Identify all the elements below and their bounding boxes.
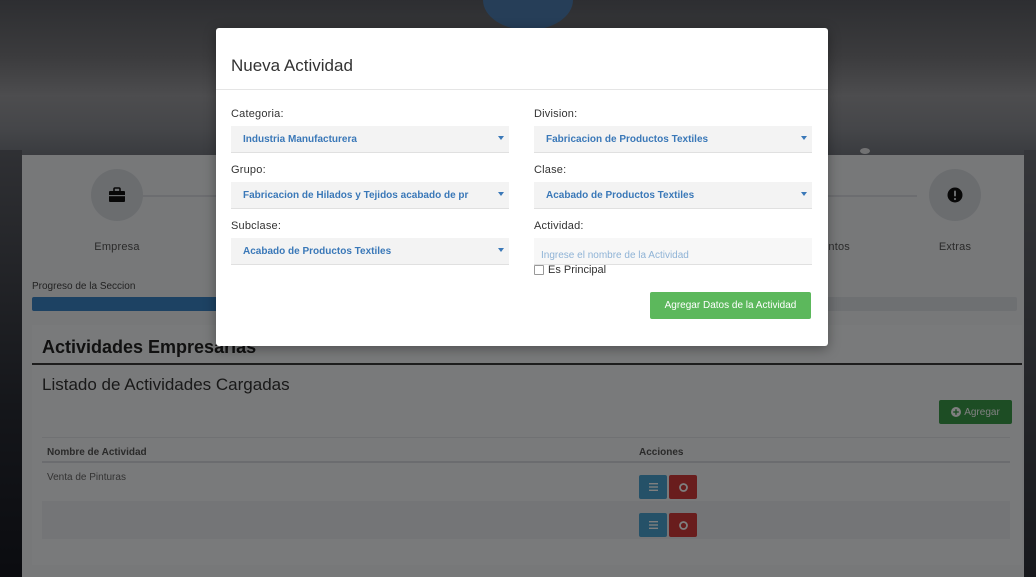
principal-checkbox-row[interactable]: Es Principal (534, 264, 606, 276)
grupo-label: Grupo: (231, 164, 266, 176)
grupo-select[interactable]: Fabricacion de Hilados y Tejidos acabado… (231, 182, 509, 209)
grupo-field: Grupo: Fabricacion de Hilados y Tejidos … (231, 164, 509, 209)
clase-select[interactable]: Acabado de Productos Textiles (534, 182, 812, 209)
division-label: Division: (534, 108, 578, 120)
chevron-down-icon (801, 192, 807, 196)
add-activity-data-button[interactable]: Agregar Datos de la Actividad (650, 292, 811, 319)
chevron-down-icon (498, 248, 504, 252)
clase-value: Acabado de Productos Textiles (546, 190, 695, 201)
chevron-down-icon (801, 136, 807, 140)
actividad-input[interactable] (534, 238, 812, 265)
principal-checkbox[interactable] (534, 265, 544, 275)
categoria-label: Categoria: (231, 108, 284, 120)
grupo-value: Fabricacion de Hilados y Tejidos acabado… (243, 190, 469, 201)
modal-title: Nueva Actividad (216, 28, 828, 90)
division-field: Division: Fabricacion de Productos Texti… (534, 108, 812, 153)
clase-field: Clase: Acabado de Productos Textiles (534, 164, 812, 209)
division-value: Fabricacion de Productos Textiles (546, 134, 709, 145)
subclase-select[interactable]: Acabado de Productos Textiles (231, 238, 509, 265)
new-activity-modal: Nueva Actividad Categoria: Industria Man… (216, 28, 828, 346)
actividad-field: Actividad: (534, 220, 812, 265)
clase-label: Clase: (534, 164, 567, 176)
division-select[interactable]: Fabricacion de Productos Textiles (534, 126, 812, 153)
chevron-down-icon (498, 192, 504, 196)
categoria-value: Industria Manufacturera (243, 134, 357, 145)
chevron-down-icon (498, 136, 504, 140)
categoria-select[interactable]: Industria Manufacturera (231, 126, 509, 153)
select-fade (485, 182, 509, 208)
actividad-label: Actividad: (534, 220, 584, 232)
categoria-field: Categoria: Industria Manufacturera (231, 108, 509, 153)
principal-label: Es Principal (548, 264, 607, 276)
subclase-label: Subclase: (231, 220, 282, 232)
subclase-value: Acabado de Productos Textiles (243, 246, 392, 257)
subclase-field: Subclase: Acabado de Productos Textiles (231, 220, 509, 265)
